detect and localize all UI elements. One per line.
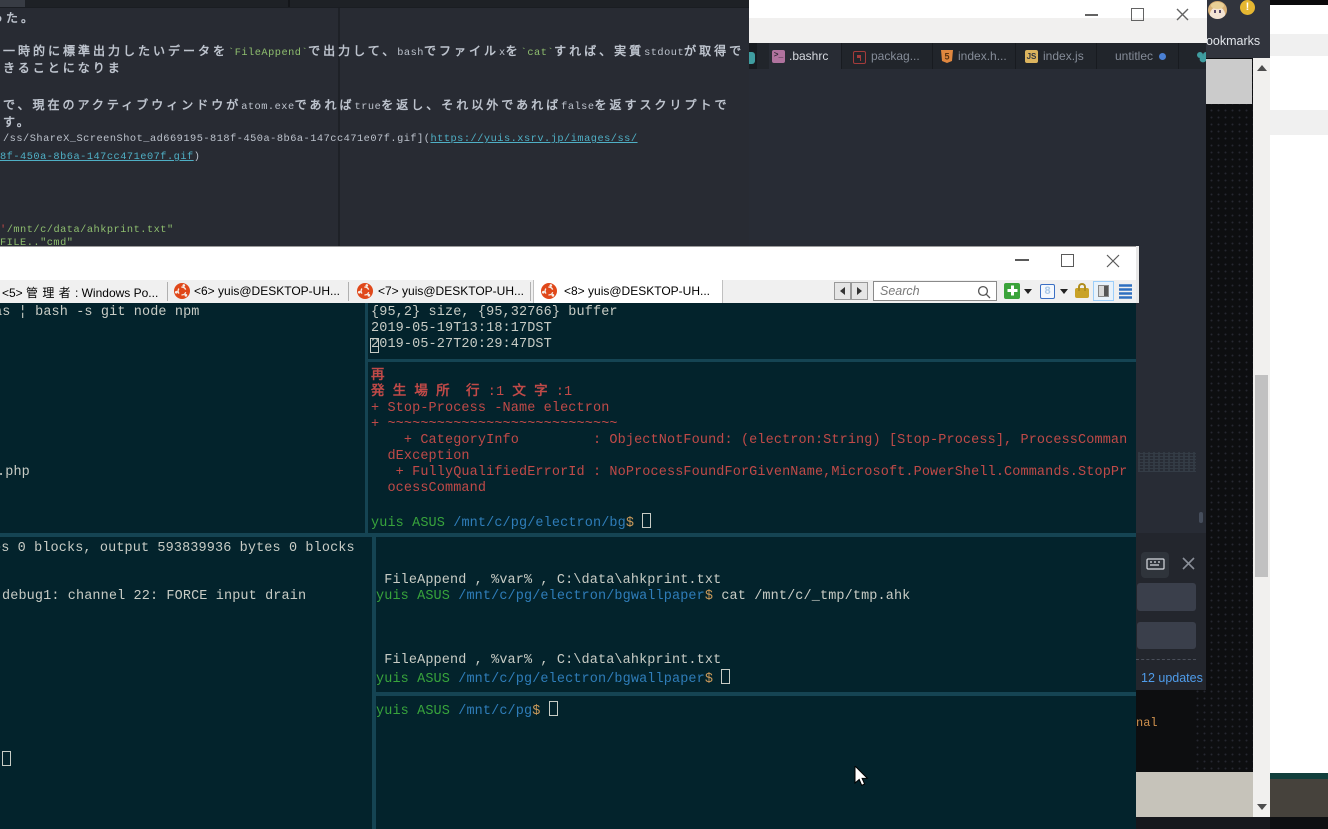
svg-text:5: 5	[944, 52, 949, 62]
